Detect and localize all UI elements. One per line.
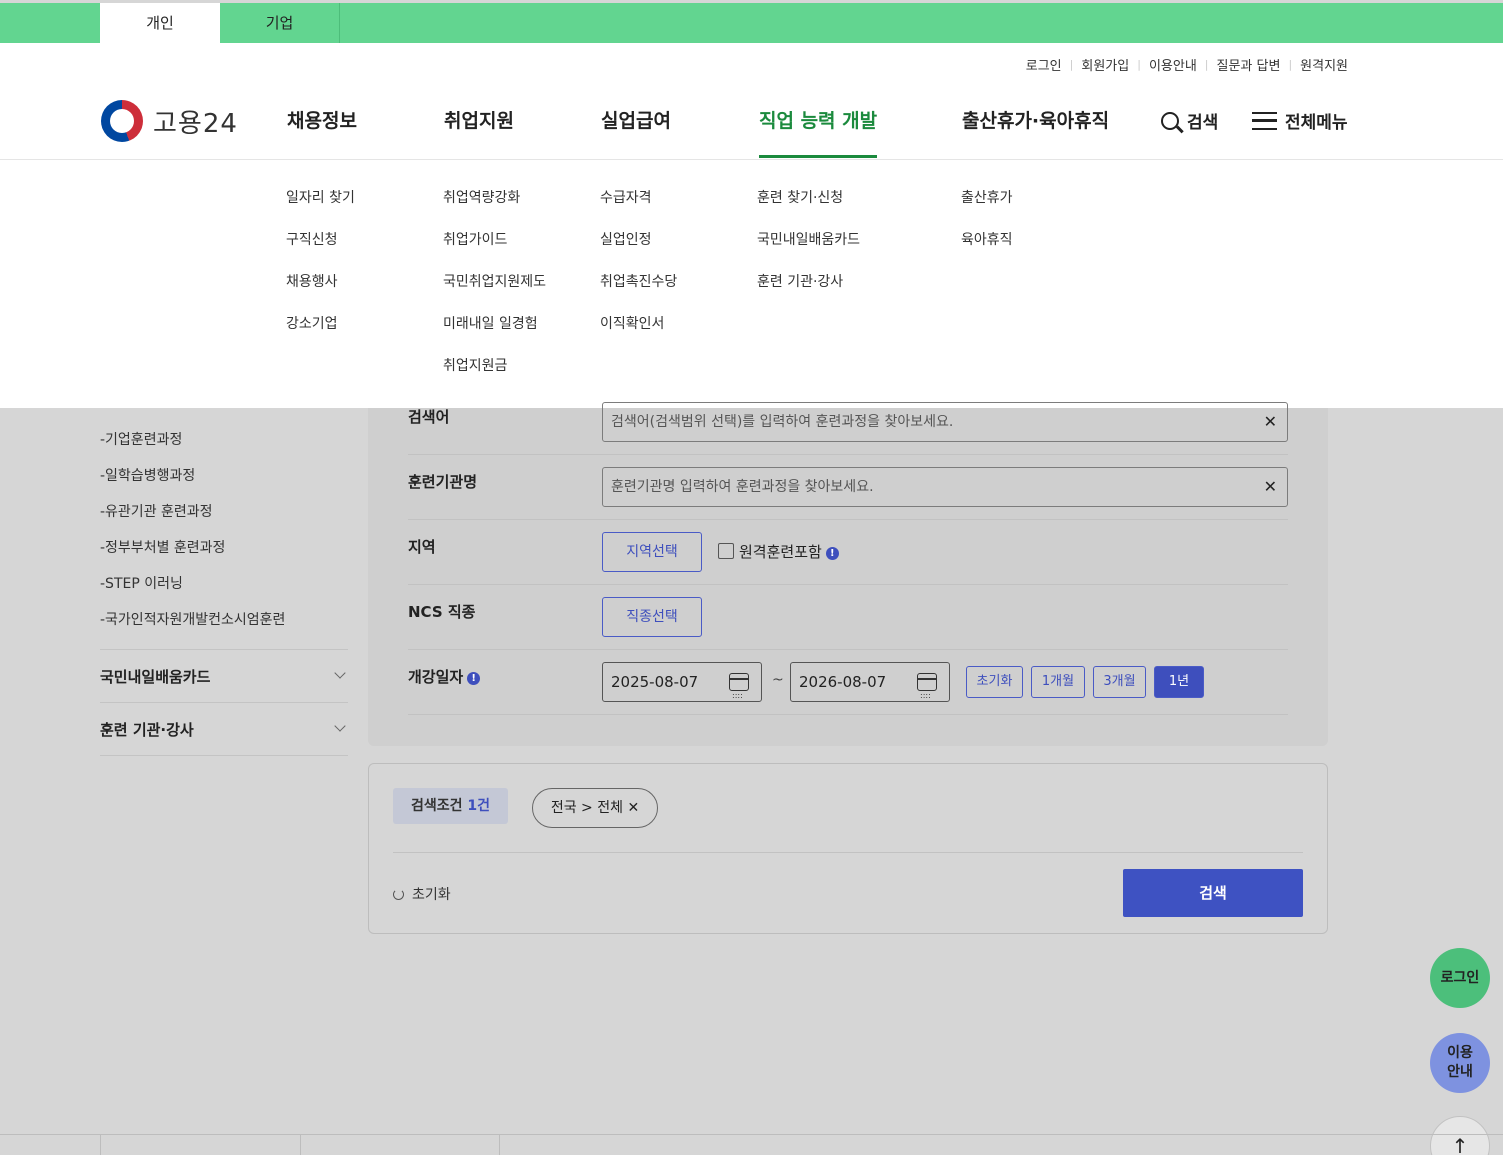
- submenu-item[interactable]: 수급자격: [600, 187, 652, 207]
- form-divider: [408, 454, 1288, 455]
- institute-input[interactable]: 훈련기관명 입력하여 훈련과정을 찾아보세요. ✕: [602, 467, 1288, 507]
- top-tab-bar: 개인 기업: [0, 3, 1503, 43]
- submenu-item[interactable]: 육아휴직: [961, 229, 1013, 249]
- footer-separator: [499, 1134, 500, 1155]
- sidebar-divider: [100, 702, 348, 703]
- hamburger-icon: [1252, 111, 1277, 130]
- submenu-item[interactable]: 이직확인서: [600, 313, 664, 333]
- submenu-item[interactable]: 채용행사: [286, 271, 338, 291]
- tab-business[interactable]: 기업: [220, 3, 340, 43]
- all-menu-button[interactable]: 전체메뉴: [1252, 108, 1348, 133]
- submenu-item[interactable]: 취업지원금: [443, 355, 507, 375]
- search-button[interactable]: 검색: [1123, 869, 1303, 917]
- info-icon[interactable]: !: [825, 547, 839, 560]
- sidebar-subitem[interactable]: -일학습병행과정: [100, 465, 195, 485]
- util-signup[interactable]: 회원가입: [1073, 55, 1137, 74]
- tab-personal[interactable]: 개인: [100, 3, 220, 43]
- sidebar-subitem[interactable]: -STEP 이러닝: [100, 573, 183, 593]
- submenu-item[interactable]: 미래내일 일경험: [443, 313, 538, 333]
- calendar-icon[interactable]: [729, 673, 749, 715]
- chevron-down-icon: [334, 667, 346, 679]
- util-login[interactable]: 로그인: [1018, 55, 1070, 74]
- sidebar-subitem[interactable]: -국가인적자원개발컨소시엄훈련: [100, 609, 285, 629]
- submenu-item[interactable]: 훈련 기관·강사: [757, 271, 843, 291]
- form-divider: [408, 649, 1288, 650]
- taegeuk-logo-icon: [101, 100, 143, 142]
- submenu-item[interactable]: 훈련 찾기·신청: [757, 187, 843, 207]
- condition-chip-region[interactable]: 전국 > 전체 ✕: [532, 788, 658, 828]
- form-divider: [408, 714, 1288, 715]
- gnb-unemployment[interactable]: 실업급여: [601, 100, 671, 142]
- util-guide[interactable]: 이용안내: [1141, 55, 1205, 74]
- gnb-recruit[interactable]: 채용정보: [287, 100, 357, 142]
- clear-icon[interactable]: ✕: [1264, 403, 1277, 441]
- sidebar-subitem[interactable]: -유관기관 훈련과정: [100, 501, 213, 521]
- form-divider: [408, 584, 1288, 585]
- calendar-icon[interactable]: [917, 673, 937, 715]
- submenu-item[interactable]: 국민내일배움카드: [757, 229, 860, 249]
- gnb-employment-support[interactable]: 취업지원: [444, 100, 514, 142]
- submenu-item[interactable]: 취업가이드: [443, 229, 507, 249]
- submenu-item[interactable]: 취업역량강화: [443, 187, 520, 207]
- gnb-vocational-training[interactable]: 직업 능력 개발: [759, 100, 878, 158]
- end-date-input[interactable]: 2026-08-07: [790, 662, 950, 715]
- ncs-select-button[interactable]: 직종선택: [602, 597, 702, 637]
- sidebar-divider: [100, 649, 348, 650]
- floating-login-button[interactable]: 로그인: [1430, 948, 1490, 1008]
- keyword-input[interactable]: 검색어(검색범위 선택)를 입력하여 훈련과정을 찾아보세요. ✕: [602, 402, 1288, 442]
- form-divider: [408, 519, 1288, 520]
- institute-label: 훈련기관명: [408, 473, 478, 491]
- arrow-up-icon: ↑: [1451, 1133, 1469, 1155]
- condition-count: 1건: [467, 798, 491, 814]
- submenu-item[interactable]: 출산휴가: [961, 187, 1013, 207]
- region-select-button[interactable]: 지역선택: [602, 532, 702, 572]
- start-date-label: 개강일자!: [408, 666, 481, 687]
- header-dropdown: [0, 43, 1503, 408]
- logo-text: 고용24: [153, 108, 238, 139]
- sidebar-section-institute[interactable]: 훈련 기관·강사: [100, 719, 348, 740]
- header-search-button[interactable]: 검색: [1161, 108, 1218, 133]
- result-divider: [393, 852, 1303, 853]
- period-1year-button[interactable]: 1년: [1154, 666, 1204, 698]
- period-3month-button[interactable]: 3개월: [1093, 666, 1146, 698]
- submenu-item[interactable]: 국민취업지원제도: [443, 271, 546, 291]
- sidebar-section-card[interactable]: 국민내일배움카드: [100, 666, 348, 687]
- util-qna[interactable]: 질문과 답변: [1209, 55, 1289, 74]
- search-icon: [1161, 111, 1179, 130]
- refresh-icon: [393, 889, 404, 900]
- period-1month-button[interactable]: 1개월: [1031, 666, 1085, 698]
- sidebar-divider: [100, 755, 348, 756]
- footer-separator: [100, 1134, 101, 1155]
- chevron-down-icon: [334, 720, 346, 732]
- submenu-item[interactable]: 일자리 찾기: [286, 187, 355, 207]
- gnb-maternity-leave[interactable]: 출산휴가·육아휴직: [962, 100, 1109, 142]
- submenu-item[interactable]: 취업촉진수당: [600, 271, 677, 291]
- remote-training-label[interactable]: 원격훈련포함!: [739, 541, 839, 562]
- floating-guide-button[interactable]: 이용 안내: [1430, 1033, 1490, 1093]
- clear-icon[interactable]: ✕: [1264, 468, 1277, 506]
- logo[interactable]: 고용24: [101, 100, 238, 142]
- submenu-item[interactable]: 실업인정: [600, 229, 652, 249]
- start-date-input[interactable]: 2025-08-07: [602, 662, 762, 715]
- remote-training-checkbox[interactable]: [718, 543, 734, 559]
- sidebar-subitem[interactable]: -정부부처별 훈련과정: [100, 537, 225, 557]
- utility-menu: 로그인 | 회원가입 | 이용안내 | 질문과 답변 | 원격지원: [1018, 55, 1348, 74]
- submenu-item[interactable]: 강소기업: [286, 313, 338, 333]
- footer-separator: [300, 1134, 301, 1155]
- keyword-label: 검색어: [408, 408, 450, 426]
- header-divider: [0, 159, 1503, 160]
- scroll-top-button[interactable]: ↑: [1430, 1116, 1490, 1155]
- info-icon[interactable]: !: [467, 672, 481, 685]
- search-condition-badge: 검색조건 1건: [393, 788, 508, 824]
- period-reset-button[interactable]: 초기화: [966, 666, 1023, 698]
- ncs-label: NCS 직종: [408, 603, 476, 621]
- reset-button[interactable]: 초기화: [393, 884, 451, 904]
- submenu-item[interactable]: 구직신청: [286, 229, 338, 249]
- date-range-separator: ~: [772, 672, 784, 688]
- footer-divider: [0, 1134, 1503, 1135]
- region-label: 지역: [408, 538, 436, 556]
- sidebar-subitem[interactable]: -기업훈련과정: [100, 429, 182, 449]
- util-remote[interactable]: 원격지원: [1292, 55, 1348, 74]
- close-icon[interactable]: ✕: [627, 800, 639, 816]
